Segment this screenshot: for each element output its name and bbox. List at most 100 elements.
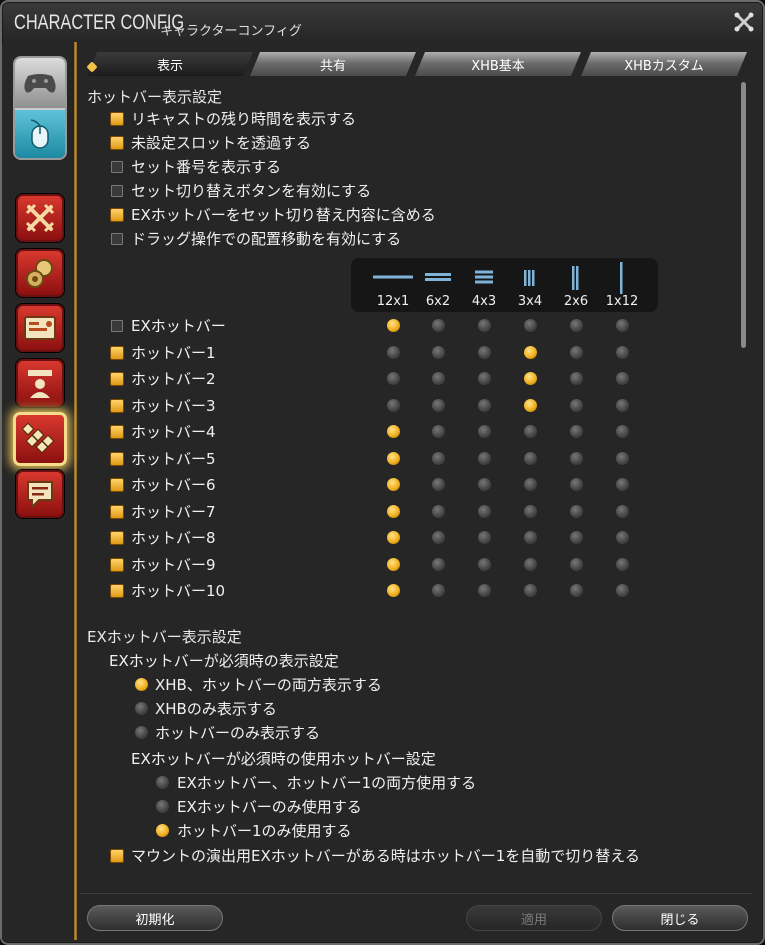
layout-radio[interactable] (387, 451, 400, 465)
layout-radio[interactable] (478, 531, 491, 544)
close-window-button[interactable] (732, 10, 756, 34)
layout-radio[interactable] (616, 531, 629, 544)
layout-radio[interactable] (432, 451, 445, 465)
layout-radio[interactable] (616, 425, 629, 438)
layout-radio[interactable] (478, 504, 491, 518)
layout-radio[interactable] (387, 584, 400, 597)
layout-radio[interactable] (524, 451, 537, 465)
layout-radio[interactable] (616, 398, 629, 412)
layout-radio[interactable] (478, 345, 491, 359)
hotbar-row-checkbox[interactable] (111, 426, 123, 438)
layout-radio[interactable] (524, 504, 537, 518)
layout-radio[interactable] (616, 557, 629, 571)
layout-radio[interactable] (616, 451, 629, 465)
layout-radio[interactable] (616, 504, 629, 518)
layout-radio[interactable] (524, 345, 537, 359)
layout-radio[interactable] (478, 478, 491, 491)
layout-radio[interactable] (432, 557, 445, 571)
hotbar-row-checkbox[interactable] (111, 505, 123, 518)
tab-xhb-basic[interactable]: XHB基本 (415, 52, 581, 76)
hotbar-row-checkbox[interactable] (111, 320, 123, 332)
layout-radio[interactable] (478, 398, 491, 412)
layout-radio[interactable] (570, 398, 583, 412)
gamepad-mode-button[interactable] (15, 58, 65, 108)
ex-display-radio[interactable] (135, 726, 148, 739)
layout-radio[interactable] (616, 584, 629, 597)
layout-radio[interactable] (432, 372, 445, 385)
ex-use-radio[interactable] (156, 824, 169, 837)
layout-radio[interactable] (432, 345, 445, 359)
layout-radio[interactable] (478, 319, 491, 332)
layout-radio[interactable] (570, 451, 583, 465)
hotbar-row-checkbox[interactable] (111, 399, 123, 412)
layout-radio[interactable] (524, 584, 537, 597)
option-checkbox[interactable] (111, 185, 123, 197)
layout-radio[interactable] (387, 319, 400, 332)
layout-radio[interactable] (570, 425, 583, 438)
layout-radio[interactable] (524, 531, 537, 544)
layout-radio[interactable] (570, 584, 583, 597)
layout-radio[interactable] (478, 451, 491, 465)
hotbar-row-checkbox[interactable] (111, 346, 123, 359)
layout-radio[interactable] (387, 531, 400, 544)
sidebar-item-items[interactable] (16, 249, 64, 297)
layout-radio[interactable] (524, 478, 537, 491)
mount-option-checkbox[interactable] (111, 850, 123, 862)
ex-use-radio[interactable] (156, 776, 169, 789)
layout-radio[interactable] (432, 478, 445, 491)
layout-radio[interactable] (432, 319, 445, 332)
layout-radio[interactable] (570, 531, 583, 544)
layout-radio[interactable] (478, 584, 491, 597)
layout-radio[interactable] (570, 319, 583, 332)
layout-radio[interactable] (478, 425, 491, 438)
hotbar-row-checkbox[interactable] (111, 558, 123, 571)
layout-radio[interactable] (524, 425, 537, 438)
layout-radio[interactable] (616, 372, 629, 385)
layout-radio[interactable] (387, 425, 400, 438)
tab-xhb-custom[interactable]: XHBカスタム (581, 52, 747, 76)
layout-radio[interactable] (432, 398, 445, 412)
layout-radio[interactable] (432, 531, 445, 544)
hotbar-row-checkbox[interactable] (111, 532, 123, 544)
mouse-mode-button[interactable] (15, 108, 65, 158)
hotbar-row-checkbox[interactable] (111, 373, 123, 385)
sidebar-item-hotbar[interactable] (13, 412, 67, 466)
tab-display[interactable]: 表示 (87, 52, 253, 76)
sidebar-item-character[interactable] (16, 359, 64, 407)
layout-radio[interactable] (432, 584, 445, 597)
layout-radio[interactable] (387, 557, 400, 571)
ex-use-radio[interactable] (156, 800, 169, 813)
close-button[interactable]: 閉じる (612, 905, 748, 931)
layout-radio[interactable] (387, 478, 400, 491)
ex-display-radio[interactable] (135, 702, 148, 715)
sidebar-item-chat[interactable] (16, 470, 64, 518)
layout-radio[interactable] (524, 557, 537, 571)
sidebar-item-battle[interactable] (16, 194, 64, 242)
ex-display-radio[interactable] (135, 678, 148, 691)
layout-radio[interactable] (616, 478, 629, 491)
hotbar-row-checkbox[interactable] (111, 479, 123, 491)
layout-radio[interactable] (387, 398, 400, 412)
layout-radio[interactable] (432, 425, 445, 438)
layout-radio[interactable] (387, 345, 400, 359)
option-checkbox[interactable] (111, 161, 123, 173)
layout-radio[interactable] (432, 504, 445, 518)
option-checkbox[interactable] (111, 113, 123, 125)
tab-shared[interactable]: 共有 (250, 52, 416, 76)
layout-radio[interactable] (570, 478, 583, 491)
layout-radio[interactable] (616, 319, 629, 332)
layout-radio[interactable] (478, 372, 491, 385)
layout-radio[interactable] (478, 557, 491, 571)
layout-radio[interactable] (616, 345, 629, 359)
option-checkbox[interactable] (111, 209, 123, 221)
layout-radio[interactable] (524, 372, 537, 385)
layout-radio[interactable] (570, 372, 583, 385)
hotbar-row-checkbox[interactable] (111, 585, 123, 597)
layout-radio[interactable] (387, 372, 400, 385)
layout-radio[interactable] (570, 557, 583, 571)
layout-radio[interactable] (524, 319, 537, 332)
layout-radio[interactable] (524, 398, 537, 412)
apply-button[interactable]: 適用 (466, 905, 602, 931)
scrollbar-thumb[interactable] (741, 82, 746, 348)
option-checkbox[interactable] (111, 137, 123, 149)
